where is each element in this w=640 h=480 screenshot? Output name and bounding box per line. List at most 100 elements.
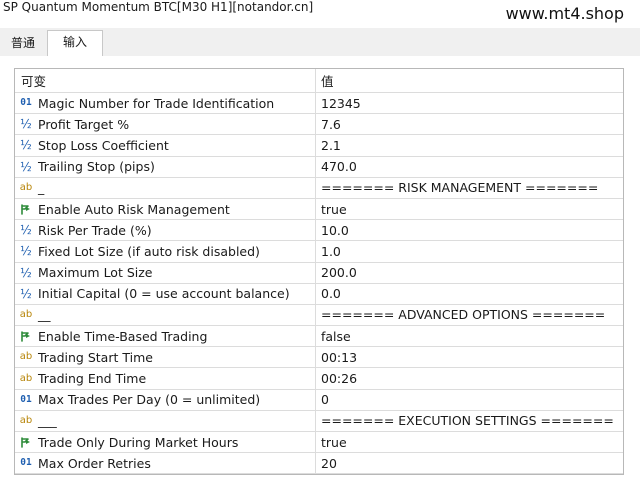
parameter-row[interactable]: ½ Profit Target % 7.6	[15, 114, 623, 136]
parameter-value[interactable]: 20	[316, 453, 623, 473]
parameter-name: Profit Target %	[38, 116, 130, 132]
parameter-value[interactable]: 470.0	[316, 157, 623, 177]
double-type-icon: ½	[20, 244, 32, 259]
parameter-row[interactable]: ab __ ======= ADVANCED OPTIONS =======	[15, 304, 623, 327]
parameter-value[interactable]: ======= ADVANCED OPTIONS =======	[316, 305, 623, 325]
parameter-row[interactable]: 01 Max Order Retries 20	[15, 453, 623, 475]
parameter-value[interactable]: 0.0	[316, 284, 623, 304]
string-type-icon: ab	[19, 181, 33, 193]
integer-type-icon: 01	[20, 97, 32, 109]
parameter-name: Magic Number for Trade Identification	[38, 95, 275, 111]
parameter-name-cell: 01 Max Order Retries	[15, 453, 316, 474]
parameter-name-cell: ab __	[15, 304, 316, 326]
parameter-value[interactable]: ======= RISK MANAGEMENT =======	[316, 178, 623, 198]
watermark-text: www.mt4.shop	[505, 4, 624, 23]
column-header-value[interactable]: 值	[316, 69, 623, 92]
parameter-name-cell: ab Trading End Time	[15, 368, 316, 389]
integer-type-icon: 01	[20, 393, 32, 405]
string-type-icon: ab	[19, 351, 33, 363]
double-type-icon: ½	[20, 138, 32, 153]
double-type-icon: ½	[20, 223, 32, 238]
parameter-name: Trade Only During Market Hours	[38, 434, 239, 450]
parameter-name: Max Trades Per Day (0 = unlimited)	[38, 392, 261, 408]
parameter-row[interactable]: ½ Stop Loss Coefficient 2.1	[15, 135, 623, 157]
parameter-value[interactable]: ======= EXECUTION SETTINGS =======	[316, 411, 623, 431]
parameter-name-cell: ½ Stop Loss Coefficient	[15, 135, 316, 156]
parameter-value[interactable]: 7.6	[316, 114, 623, 134]
parameter-row[interactable]: Enable Time-Based Trading false	[15, 326, 623, 348]
tab-inputs[interactable]: 输入	[47, 30, 103, 57]
parameter-name: Enable Auto Risk Management	[38, 201, 230, 217]
grid-header: 可变 值	[15, 69, 623, 93]
parameter-name-cell: ½ Fixed Lot Size (if auto risk disabled)	[15, 241, 316, 262]
parameter-row[interactable]: 01 Max Trades Per Day (0 = unlimited) 0	[15, 389, 623, 411]
parameter-name: Trailing Stop (pips)	[38, 159, 155, 175]
parameter-name: Risk Per Trade (%)	[38, 222, 152, 238]
parameter-name: Initial Capital (0 = use account balance…	[38, 286, 290, 302]
parameter-name: Enable Time-Based Trading	[38, 328, 208, 344]
parameter-name: Max Order Retries	[38, 455, 151, 471]
parameter-name-cell: Enable Time-Based Trading	[15, 326, 316, 347]
parameter-name-cell: ab _	[15, 177, 316, 198]
parameter-name-cell: Enable Auto Risk Management	[15, 198, 316, 220]
parameter-row[interactable]: ½ Maximum Lot Size 200.0	[15, 262, 623, 284]
parameter-name: _	[38, 180, 45, 196]
parameter-value[interactable]: 00:13	[316, 347, 623, 367]
column-header-variable[interactable]: 可变	[15, 69, 316, 92]
title-bar: SP Quantum Momentum BTC[M30 H1][notandor…	[0, 0, 640, 28]
parameter-value[interactable]: 1.0	[316, 241, 623, 261]
string-type-icon: ab	[19, 372, 33, 384]
parameter-value[interactable]: true	[316, 432, 623, 452]
parameter-row[interactable]: Enable Auto Risk Management true	[15, 198, 623, 221]
parameter-name-cell: ½ Risk Per Trade (%)	[15, 220, 316, 241]
parameter-name-cell: ab ___	[15, 410, 316, 431]
parameter-value[interactable]: true	[316, 199, 623, 219]
parameter-row[interactable]: ab _ ======= RISK MANAGEMENT =======	[15, 177, 623, 199]
parameter-name-cell: ½ Trailing Stop (pips)	[15, 156, 316, 177]
parameter-name-cell: ½ Profit Target %	[15, 114, 316, 135]
integer-type-icon: 01	[20, 457, 32, 469]
boolean-type-icon	[18, 203, 34, 215]
parameter-value[interactable]: 00:26	[316, 368, 623, 388]
parameter-name: __	[38, 307, 51, 323]
parameter-row[interactable]: ab Trading End Time 00:26	[15, 368, 623, 390]
double-type-icon: ½	[20, 286, 32, 301]
parameter-name-cell: 01 Magic Number for Trade Identification	[15, 93, 316, 114]
parameter-value[interactable]: false	[316, 326, 623, 346]
parameter-row[interactable]: ab Trading Start Time 00:13	[15, 347, 623, 369]
parameter-name: Trading End Time	[38, 371, 147, 387]
parameter-name-cell: Trade Only During Market Hours	[15, 432, 316, 453]
string-type-icon: ab	[19, 414, 33, 426]
parameter-name-cell: ½ Initial Capital (0 = use account balanc…	[15, 283, 316, 304]
inputs-grid: 可变 值 01 Magic Number for Trade Identifica…	[14, 68, 624, 476]
parameter-row[interactable]: 01 Magic Number for Trade Identification 1…	[15, 93, 623, 115]
parameter-name-cell: ½ Maximum Lot Size	[15, 262, 316, 283]
parameter-name: Maximum Lot Size	[38, 265, 153, 281]
parameter-row[interactable]: ½ Initial Capital (0 = use account balanc…	[15, 283, 623, 305]
tab-general[interactable]: 普通	[0, 32, 46, 56]
grid-rows: 01 Magic Number for Trade Identification 1…	[15, 93, 623, 475]
inputs-panel: 可变 值 01 Magic Number for Trade Identifica…	[0, 56, 640, 480]
parameter-row[interactable]: Trade Only During Market Hours true	[15, 432, 623, 454]
boolean-type-icon	[18, 436, 34, 448]
parameter-value[interactable]: 12345	[316, 93, 623, 113]
parameter-name: Stop Loss Coefficient	[38, 137, 169, 153]
parameter-name: Fixed Lot Size (if auto risk disabled)	[38, 243, 260, 259]
parameter-value[interactable]: 2.1	[316, 135, 623, 155]
tab-bar: 普通 输入	[0, 28, 640, 57]
parameter-row[interactable]: ab ___ ======= EXECUTION SETTINGS =======	[15, 410, 623, 432]
parameter-name-cell: ab Trading Start Time	[15, 347, 316, 368]
parameter-row[interactable]: ½ Trailing Stop (pips) 470.0	[15, 156, 623, 178]
string-type-icon: ab	[19, 308, 33, 320]
parameter-value[interactable]: 0	[316, 390, 623, 410]
boolean-type-icon	[18, 330, 34, 342]
double-type-icon: ½	[20, 117, 32, 132]
parameter-value[interactable]: 200.0	[316, 263, 623, 283]
parameter-row[interactable]: ½ Risk Per Trade (%) 10.0	[15, 220, 623, 242]
double-type-icon: ½	[20, 265, 32, 280]
parameter-name-cell: 01 Max Trades Per Day (0 = unlimited)	[15, 389, 316, 410]
parameter-value[interactable]: 10.0	[316, 220, 623, 240]
parameter-name: Trading Start Time	[38, 349, 153, 365]
double-type-icon: ½	[20, 159, 32, 174]
parameter-row[interactable]: ½ Fixed Lot Size (if auto risk disabled) 1…	[15, 241, 623, 263]
